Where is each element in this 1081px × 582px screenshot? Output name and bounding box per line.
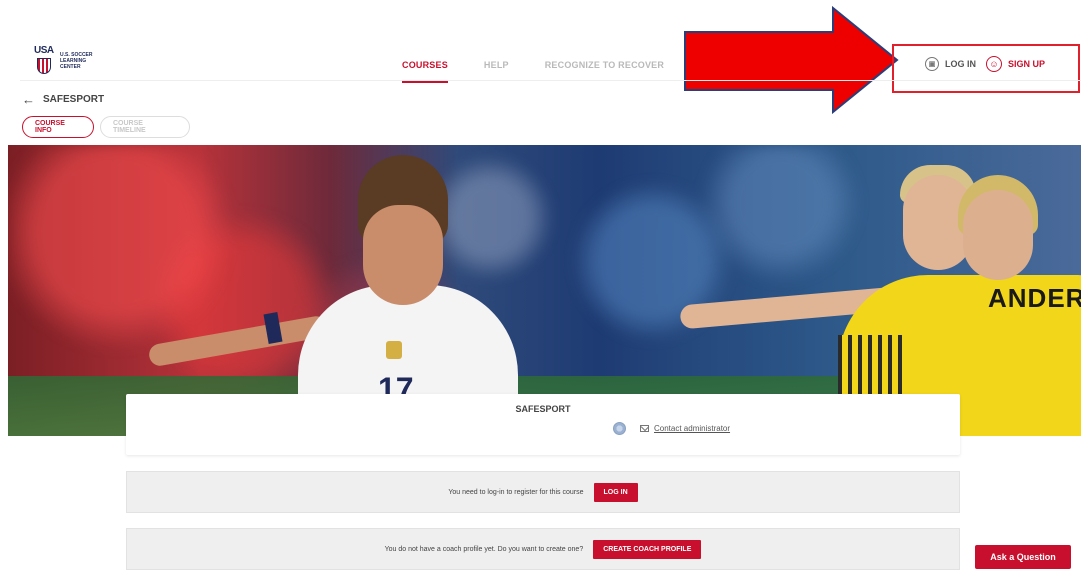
login-notice: You need to log-in to register for this …: [126, 471, 960, 513]
nav-help[interactable]: HELP: [484, 60, 509, 70]
course-title: SAFESPORT: [515, 404, 571, 414]
course-meta: Contact administrator: [613, 422, 730, 435]
login-notice-text: You need to log-in to register for this …: [448, 488, 584, 496]
header-divider: [20, 80, 1081, 81]
course-card: SAFESPORT Contact administrator: [126, 394, 960, 455]
lock-icon: ▣: [925, 57, 939, 71]
page-title: SAFESPORT: [43, 94, 105, 105]
auth-actions: ▣ LOG IN ☺ SIGN UP: [925, 56, 1045, 72]
usa-crest-icon: USA: [34, 46, 56, 76]
course-tabs: COURSE INFO COURSE TIMELINE: [22, 116, 190, 138]
signup-label: SIGN UP: [1008, 59, 1046, 69]
site-logo[interactable]: USA U.S. SOCCER LEARNING CENTER: [34, 46, 100, 76]
hero-image: 17 ANDERS: [8, 145, 1081, 436]
contact-administrator-label: Contact administrator: [654, 424, 731, 433]
tab-course-timeline[interactable]: COURSE TIMELINE: [100, 116, 190, 138]
nav-recognize-to-recover[interactable]: RECOGNIZE TO RECOVER: [545, 60, 664, 70]
login-link[interactable]: ▣ LOG IN: [925, 57, 976, 71]
back-arrow-icon[interactable]: ←: [22, 92, 35, 107]
create-coach-profile-button[interactable]: CREATE COACH PROFILE: [593, 539, 702, 559]
logo-line-2: LEARNING CENTER: [60, 58, 87, 70]
main-nav: COURSES HELP RECOGNIZE TO RECOVER: [402, 60, 664, 83]
contact-administrator-link[interactable]: Contact administrator: [640, 424, 730, 433]
ask-a-question-button[interactable]: Ask a Question: [975, 545, 1071, 569]
login-label: LOG IN: [945, 59, 976, 69]
annotation-arrow: [684, 6, 899, 114]
user-icon: ☺: [986, 56, 1002, 72]
signup-link[interactable]: ☺ SIGN UP: [986, 56, 1045, 72]
coach-profile-notice-text: You do not have a coach profile yet. Do …: [384, 545, 584, 553]
notice-login-button[interactable]: LOG IN: [593, 482, 638, 502]
tab-course-info[interactable]: COURSE INFO: [22, 116, 94, 138]
mail-icon: [640, 425, 649, 432]
hero-jersey-name: ANDERS: [988, 283, 1081, 313]
globe-icon: [613, 422, 626, 435]
nav-courses[interactable]: COURSES: [402, 60, 448, 83]
coach-profile-notice: You do not have a coach profile yet. Do …: [126, 528, 960, 570]
breadcrumb: ← SAFESPORT: [22, 92, 104, 107]
